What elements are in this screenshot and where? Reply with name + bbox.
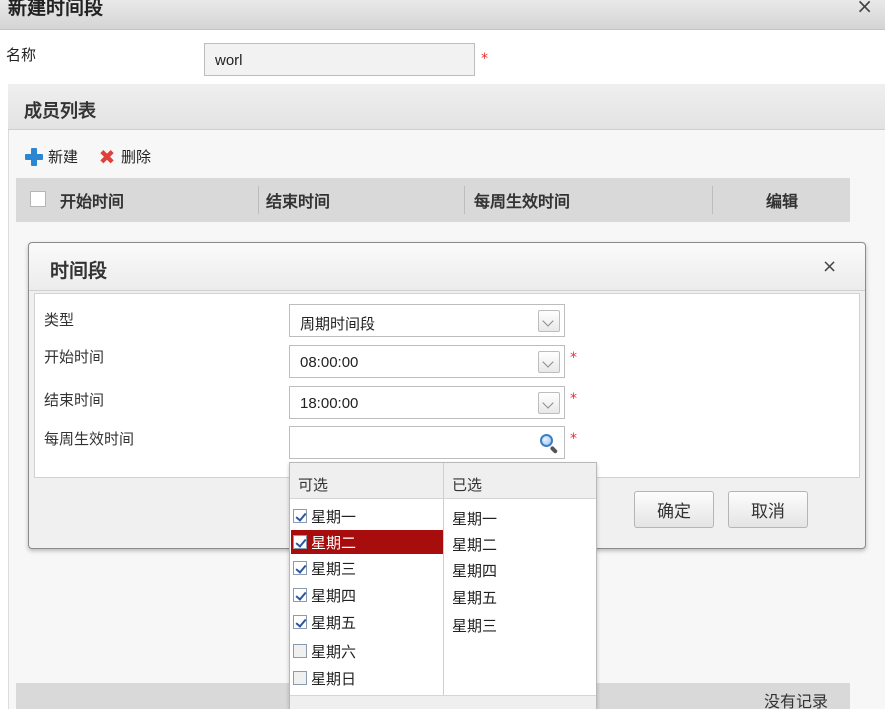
end-time-label: 结束时间 (44, 391, 105, 409)
select-all-checkbox[interactable] (30, 191, 46, 207)
new-button-label: 新建 (48, 148, 79, 166)
available-item-label: 星期六 (311, 642, 357, 661)
available-item-sunday[interactable]: 星期日 (291, 666, 443, 690)
chosen-item[interactable]: 星期四 (452, 560, 497, 581)
weekly-time-input[interactable] (289, 426, 565, 459)
time-period-dialog-header (29, 243, 865, 291)
weekday-picker-dropdown: 可选 已选 星期一 星期二 星期三 星期四 星期五 星期六 星期日 星期一 星期… (289, 462, 597, 709)
name-label: 名称 (6, 46, 37, 64)
weekday-checkbox[interactable] (293, 615, 307, 629)
available-item-label: 星期日 (311, 669, 357, 688)
available-item-saturday[interactable]: 星期六 (291, 639, 443, 663)
column-header-end-time[interactable]: 结束时间 (266, 188, 330, 212)
weekday-checkbox[interactable] (293, 509, 307, 523)
type-select-value: 周期时间段 (300, 316, 376, 333)
magnifier-icon[interactable] (538, 432, 560, 455)
chosen-item[interactable]: 星期一 (452, 508, 497, 529)
available-item-friday[interactable]: 星期五 (291, 610, 443, 634)
weekday-checkbox[interactable] (293, 535, 307, 549)
column-divider (464, 186, 465, 214)
start-time-label: 开始时间 (44, 348, 105, 366)
available-column-title: 可选 (298, 476, 329, 494)
x-mark-icon: ✖ (98, 144, 116, 169)
weekday-checkbox[interactable] (293, 561, 307, 575)
column-header-edit[interactable]: 编辑 (766, 188, 798, 212)
available-item-label: 星期三 (311, 559, 357, 578)
delete-button-label: 删除 (121, 148, 152, 166)
weekday-checkbox[interactable] (293, 588, 307, 602)
outer-dialog-header (0, 0, 885, 30)
available-item-wednesday[interactable]: 星期三 (291, 556, 443, 580)
name-required-mark: * (481, 51, 488, 67)
chosen-item[interactable]: 星期二 (452, 534, 497, 555)
weekday-checkbox[interactable] (293, 671, 307, 685)
selected-column-title: 已选 (452, 476, 483, 494)
start-time-required-mark: * (570, 350, 577, 366)
available-item-label: 星期四 (311, 586, 357, 605)
end-time-required-mark: * (570, 391, 577, 407)
weekday-checkbox[interactable] (293, 644, 307, 658)
column-header-weekly-time[interactable]: 每周生效时间 (474, 188, 570, 212)
weekday-picker-footer (290, 695, 596, 709)
ok-button[interactable]: 确定 (634, 491, 714, 528)
start-time-value: 08:00:00 (300, 354, 359, 371)
outer-close-icon[interactable]: × (856, 0, 873, 18)
weekly-time-label: 每周生效时间 (44, 430, 135, 448)
column-header-start-time[interactable]: 开始时间 (60, 188, 124, 212)
end-time-select[interactable]: 18:00:00 (289, 386, 565, 419)
chevron-down-icon[interactable] (538, 351, 560, 373)
available-item-thursday[interactable]: 星期四 (291, 583, 443, 607)
chosen-item[interactable]: 星期五 (452, 587, 497, 608)
available-item-monday[interactable]: 星期一 (291, 504, 443, 528)
members-title: 成员列表 (24, 101, 96, 122)
outer-dialog-title: 新建时间段 (8, 0, 104, 19)
no-records-text: 没有记录 (764, 692, 829, 709)
column-divider (258, 186, 259, 214)
name-input[interactable]: worl (204, 43, 475, 76)
chevron-down-icon[interactable] (538, 392, 560, 414)
type-select[interactable]: 周期时间段 (289, 304, 565, 337)
new-button[interactable]: 新建 (24, 146, 78, 167)
delete-button[interactable]: ✖ 删除 (97, 146, 151, 167)
available-item-label: 星期一 (311, 507, 357, 526)
weekly-time-required-mark: * (570, 431, 577, 447)
time-period-dialog-title: 时间段 (50, 260, 108, 282)
inner-close-icon[interactable]: × (822, 256, 837, 277)
members-header (8, 84, 885, 130)
column-divider (712, 186, 713, 214)
members-grid-header (16, 178, 850, 222)
plus-icon (24, 147, 44, 167)
start-time-select[interactable]: 08:00:00 (289, 345, 565, 378)
available-item-label: 星期二 (311, 533, 357, 552)
chosen-item[interactable]: 星期三 (452, 615, 497, 636)
type-label: 类型 (44, 311, 75, 329)
column-divider (443, 463, 444, 695)
chevron-down-icon[interactable] (538, 310, 560, 332)
available-item-tuesday[interactable]: 星期二 (291, 530, 443, 554)
end-time-value: 18:00:00 (300, 395, 359, 412)
cancel-button[interactable]: 取消 (728, 491, 808, 528)
available-item-label: 星期五 (311, 613, 357, 632)
